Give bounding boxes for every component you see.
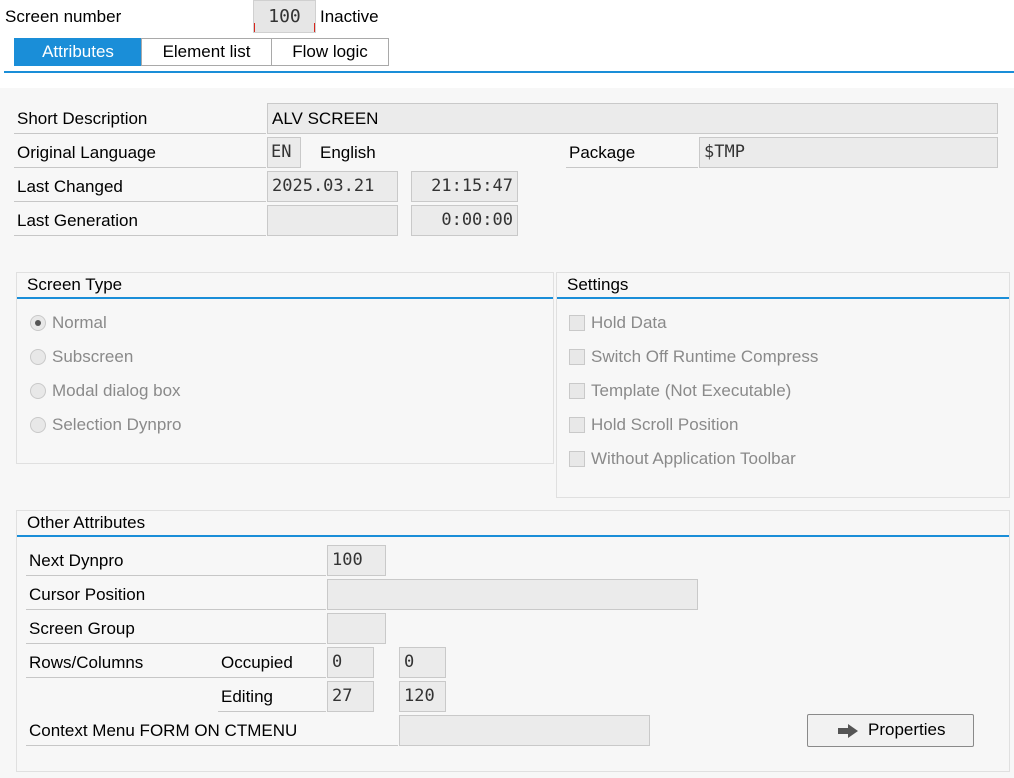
occupied-rows-field[interactable]: 0 bbox=[327, 647, 374, 678]
row-divider bbox=[14, 167, 266, 168]
screen-type-group: Screen Type Normal Subscreen Modal dialo… bbox=[16, 272, 554, 464]
last-changed-label: Last Changed bbox=[17, 177, 123, 196]
tab-flow-logic-label: Flow logic bbox=[292, 42, 368, 61]
editing-label: Editing bbox=[221, 687, 273, 706]
next-dynpro-field[interactable]: 100 bbox=[327, 545, 386, 576]
short-description-value: ALV SCREEN bbox=[272, 109, 379, 128]
row-divider bbox=[26, 745, 398, 746]
row-divider bbox=[26, 643, 326, 644]
row-divider bbox=[26, 575, 326, 576]
properties-button-label: Properties bbox=[868, 720, 946, 739]
package-label: Package bbox=[569, 143, 636, 162]
settings-title-line bbox=[557, 297, 1009, 299]
language-code-value: EN bbox=[271, 142, 292, 162]
last-generation-time-value: 0:00:00 bbox=[441, 210, 513, 230]
rows-columns-label: Rows/Columns bbox=[29, 653, 144, 672]
short-description-field[interactable]: ALV SCREEN bbox=[267, 103, 998, 134]
radio-subscreen[interactable] bbox=[30, 349, 46, 365]
editing-rows-field[interactable]: 27 bbox=[327, 681, 374, 712]
occupied-rows-value: 0 bbox=[332, 652, 343, 672]
screen-group-field[interactable] bbox=[327, 613, 386, 644]
other-attributes-title-line bbox=[17, 535, 1009, 537]
checkbox-hold-data[interactable] bbox=[569, 315, 585, 331]
tab-flow-logic[interactable]: Flow logic bbox=[271, 38, 389, 66]
screen-number-value: 100 bbox=[268, 6, 301, 27]
checkbox-hold-data-label: Hold Data bbox=[591, 313, 667, 332]
tab-underline bbox=[4, 71, 1014, 73]
last-generation-date-field[interactable] bbox=[267, 205, 398, 236]
radio-selection-dynpro[interactable] bbox=[30, 417, 46, 433]
last-changed-time-field[interactable]: 21:15:47 bbox=[411, 171, 518, 202]
editing-cols-field[interactable]: 120 bbox=[399, 681, 446, 712]
checkbox-switch-off-runtime-compress[interactable] bbox=[569, 349, 585, 365]
focus-marker-left bbox=[254, 23, 263, 32]
tab-attributes-label: Attributes bbox=[42, 42, 114, 61]
row-divider bbox=[14, 201, 266, 202]
tab-element-list-label: Element list bbox=[162, 42, 251, 61]
language-name: English bbox=[320, 143, 376, 162]
row-divider bbox=[26, 677, 326, 678]
context-menu-field[interactable] bbox=[399, 715, 650, 746]
radio-normal-label: Normal bbox=[52, 313, 107, 332]
radio-selection-dynpro-label: Selection Dynpro bbox=[52, 415, 182, 434]
screen-number-field[interactable]: 100 bbox=[253, 0, 316, 33]
checkbox-template[interactable] bbox=[569, 383, 585, 399]
radio-modal-dialog[interactable] bbox=[30, 383, 46, 399]
occupied-label: Occupied bbox=[221, 653, 293, 672]
radio-normal[interactable] bbox=[30, 315, 46, 331]
tab-element-list[interactable]: Element list bbox=[141, 38, 272, 66]
status-label: Inactive bbox=[320, 7, 379, 26]
checkbox-template-label: Template (Not Executable) bbox=[591, 381, 792, 400]
checkbox-without-app-toolbar[interactable] bbox=[569, 451, 585, 467]
radio-modal-dialog-label: Modal dialog box bbox=[52, 381, 181, 400]
screen-type-title: Screen Type bbox=[27, 275, 123, 294]
screen-group-label: Screen Group bbox=[29, 619, 135, 638]
last-generation-label: Last Generation bbox=[17, 211, 138, 230]
last-changed-time-value: 21:15:47 bbox=[431, 176, 513, 196]
row-divider bbox=[26, 609, 326, 610]
checkbox-without-app-toolbar-label: Without Application Toolbar bbox=[591, 449, 796, 468]
editing-rows-value: 27 bbox=[332, 686, 353, 706]
row-divider bbox=[14, 133, 266, 134]
language-code-field[interactable]: EN bbox=[267, 137, 301, 168]
row-divider bbox=[14, 235, 266, 236]
settings-group: Settings Hold Data Switch Off Runtime Co… bbox=[556, 272, 1010, 498]
properties-button[interactable]: Properties bbox=[807, 714, 974, 747]
checkbox-hold-scroll-position-label: Hold Scroll Position bbox=[591, 415, 739, 434]
last-changed-date-field[interactable]: 2025.03.21 bbox=[267, 171, 398, 202]
screen-number-label: Screen number bbox=[5, 7, 122, 26]
next-dynpro-label: Next Dynpro bbox=[29, 551, 124, 570]
next-dynpro-value: 100 bbox=[332, 550, 363, 570]
checkbox-hold-scroll-position[interactable] bbox=[569, 417, 585, 433]
package-value: $TMP bbox=[704, 142, 745, 162]
arrow-right-icon bbox=[838, 724, 858, 738]
package-field[interactable]: $TMP bbox=[699, 137, 998, 168]
occupied-cols-field[interactable]: 0 bbox=[399, 647, 446, 678]
cursor-position-label: Cursor Position bbox=[29, 585, 146, 604]
checkbox-switch-off-runtime-compress-label: Switch Off Runtime Compress bbox=[591, 347, 819, 366]
radio-subscreen-label: Subscreen bbox=[52, 347, 134, 366]
screen-type-title-line bbox=[17, 297, 553, 299]
settings-title: Settings bbox=[567, 275, 629, 294]
short-description-label: Short Description bbox=[17, 109, 148, 128]
row-divider bbox=[218, 711, 326, 712]
focus-marker-right bbox=[306, 23, 315, 32]
row-divider bbox=[566, 167, 698, 168]
other-attributes-title: Other Attributes bbox=[27, 513, 146, 532]
last-generation-time-field[interactable]: 0:00:00 bbox=[411, 205, 518, 236]
original-language-label: Original Language bbox=[17, 143, 156, 162]
last-changed-date-value: 2025.03.21 bbox=[272, 176, 375, 196]
tab-attributes[interactable]: Attributes bbox=[14, 38, 142, 66]
editing-cols-value: 120 bbox=[404, 686, 435, 706]
cursor-position-field[interactable] bbox=[327, 579, 698, 610]
context-menu-label: Context Menu FORM ON CTMENU bbox=[29, 721, 298, 740]
occupied-cols-value: 0 bbox=[404, 652, 415, 672]
